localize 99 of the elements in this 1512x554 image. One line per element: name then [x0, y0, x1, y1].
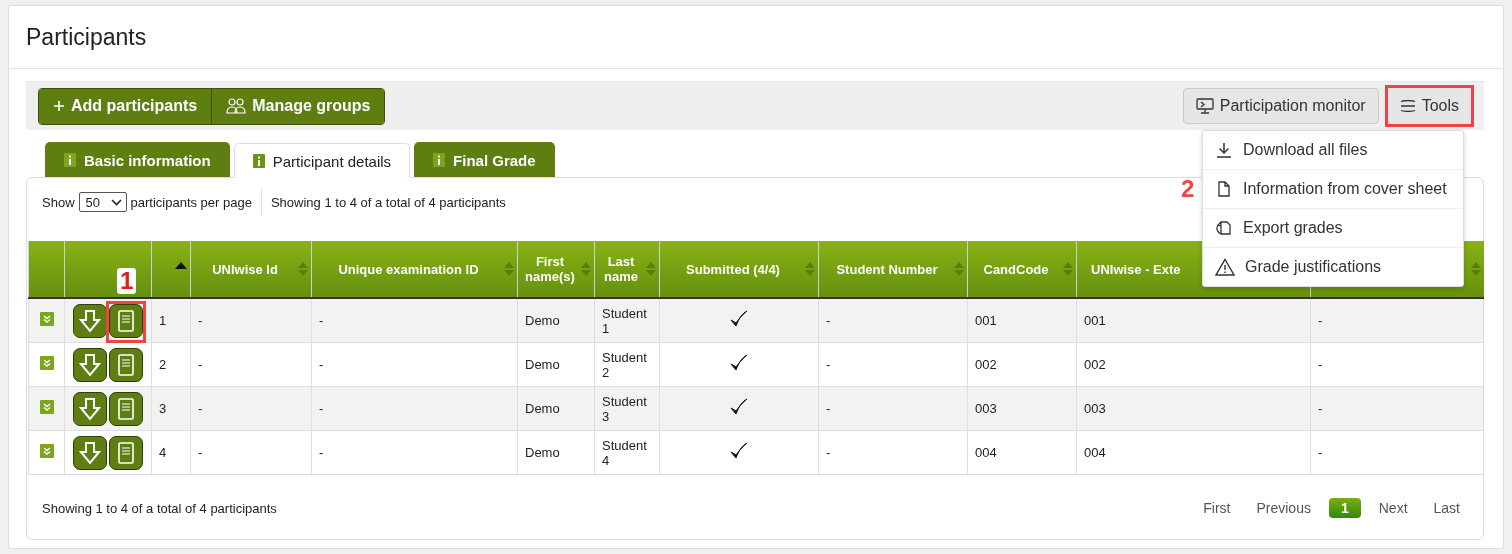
pagination-link[interactable]: 1 — [1328, 498, 1361, 518]
table-cell: - — [311, 386, 518, 431]
arrow-down-icon — [79, 440, 101, 465]
column-header[interactable] — [64, 241, 152, 298]
menu-item[interactable]: Grade justifications — [1203, 247, 1463, 286]
info-icon — [433, 153, 446, 167]
summary-text: Showing 1 to 4 of a total of 4 participants — [270, 194, 506, 210]
table-cell: - — [190, 386, 312, 431]
download-icon — [1215, 141, 1233, 159]
download-button[interactable] — [73, 303, 107, 338]
table-cell: Demo — [517, 298, 595, 343]
table-cell: 3 — [151, 386, 191, 431]
table-cell: - — [1310, 298, 1484, 343]
people-icon — [226, 97, 247, 115]
table-cell: - — [190, 430, 312, 475]
document-icon — [117, 396, 135, 421]
participation-monitor-button[interactable]: Participation monitor — [1182, 88, 1379, 124]
column-header[interactable]: CandCode — [967, 241, 1077, 298]
table-cell: Student 2 — [594, 342, 660, 387]
table-cell: 004 — [967, 430, 1077, 475]
plus-icon — [53, 100, 65, 112]
pagination-link[interactable]: Previous — [1248, 498, 1319, 518]
pagination-link[interactable]: Last — [1425, 498, 1468, 518]
table-cell: 002 — [967, 342, 1077, 387]
table-cell: Student 1 — [594, 298, 660, 343]
table-cell: 003 — [967, 386, 1077, 431]
menu-item[interactable]: Download all files — [1203, 131, 1463, 169]
table-cell: 001 — [1076, 298, 1311, 343]
table-cell: - — [190, 342, 312, 387]
table-cell: - — [818, 342, 968, 387]
table-cell: 4 — [151, 430, 191, 475]
table-cell: - — [311, 430, 518, 475]
table-cell: - — [311, 342, 518, 387]
menu-icon — [1399, 100, 1416, 112]
table-cell: 003 — [1076, 386, 1311, 431]
document-icon — [117, 308, 135, 333]
table-cell: - — [818, 298, 968, 343]
column-header[interactable] — [151, 241, 191, 298]
document-button[interactable] — [109, 435, 143, 470]
tab[interactable]: Final Grade — [414, 142, 555, 177]
column-header[interactable]: Submitted (4/4) — [659, 241, 819, 298]
table-cell: Student 3 — [594, 386, 660, 431]
page-size-select[interactable]: 50 — [78, 192, 127, 212]
table-cell: Demo — [517, 386, 595, 431]
table-cell: - — [1310, 430, 1484, 475]
expand-icon[interactable] — [39, 400, 54, 414]
info-icon — [64, 153, 76, 167]
page-title: Participants — [26, 23, 147, 51]
arrow-down-icon — [79, 396, 101, 421]
table-cell: 001 — [967, 298, 1077, 343]
document-button[interactable] — [109, 391, 143, 426]
table-cell: 1 — [151, 298, 191, 343]
toolbar-button[interactable]: Add participants — [39, 88, 212, 124]
table-cell: - — [818, 430, 968, 475]
monitor-icon — [1195, 98, 1214, 114]
table-cell: Demo — [517, 342, 595, 387]
tab[interactable]: Basic information — [45, 142, 230, 177]
info-icon — [252, 154, 265, 168]
export-icon — [1215, 219, 1233, 237]
summary-text: Showing 1 to 4 of a total of 4 participants — [42, 500, 277, 516]
download-button[interactable] — [73, 435, 107, 470]
column-header[interactable]: First name(s) — [517, 241, 595, 298]
table-cell: 002 — [1076, 342, 1311, 387]
table-cell: 004 — [1076, 430, 1311, 475]
expand-icon[interactable] — [39, 356, 54, 370]
download-button[interactable] — [73, 391, 107, 426]
download-button[interactable] — [73, 347, 107, 382]
show-label: Show — [42, 194, 75, 210]
per-page-label: participants per page — [130, 194, 252, 210]
column-header[interactable]: Student Number — [818, 241, 968, 298]
warning-icon — [1215, 258, 1235, 276]
column-header[interactable]: Last name — [594, 241, 660, 298]
arrow-down-icon — [79, 308, 101, 333]
tab[interactable]: Participant details — [233, 143, 411, 178]
document-icon — [117, 352, 135, 377]
document-button[interactable] — [109, 347, 143, 382]
expand-icon[interactable] — [39, 444, 54, 458]
chevron-down-icon — [110, 198, 122, 206]
document-icon — [1215, 180, 1233, 198]
table-cell: 2 — [151, 342, 191, 387]
annotation-number: 2 — [1181, 175, 1195, 203]
pagination-link[interactable]: First — [1195, 498, 1239, 518]
column-header[interactable]: UNIwise Id — [190, 241, 312, 298]
table-cell: - — [1310, 342, 1484, 387]
annotation-number: 1 — [117, 267, 137, 294]
table-cell: Demo — [517, 430, 595, 475]
expand-icon[interactable] — [39, 312, 54, 326]
document-icon — [117, 440, 135, 465]
tools-button[interactable]: Tools — [1384, 85, 1474, 127]
table-cell: Student 4 — [594, 430, 660, 475]
menu-item[interactable]: Export grades — [1203, 208, 1463, 247]
table-cell: - — [190, 298, 312, 343]
column-header[interactable]: Unique examination ID — [311, 241, 518, 298]
toolbar-button[interactable]: Manage groups — [211, 88, 385, 124]
arrow-down-icon — [79, 352, 101, 377]
pagination-link[interactable]: Next — [1370, 498, 1416, 518]
table-cell: - — [818, 386, 968, 431]
table-cell: - — [311, 298, 518, 343]
table-cell: - — [1310, 386, 1484, 431]
